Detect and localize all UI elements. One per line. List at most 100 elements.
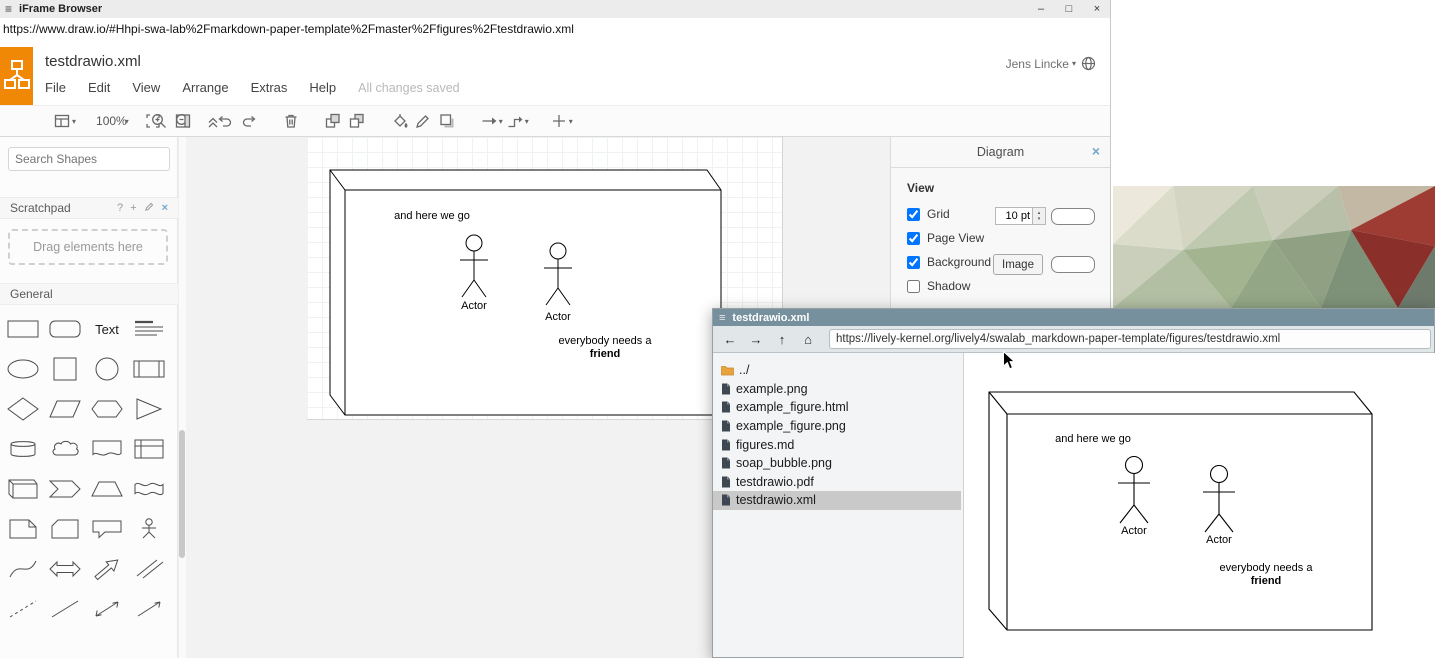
shadow-checkbox[interactable]: [907, 280, 920, 293]
sidebar-scrollbar-thumb[interactable]: [179, 430, 185, 558]
maximize-button[interactable]: □: [1062, 0, 1076, 18]
cube-shape[interactable]: [330, 170, 721, 415]
zoom-level[interactable]: 100%: [96, 114, 127, 128]
delete-button[interactable]: [279, 108, 303, 134]
format-close-icon[interactable]: ×: [1092, 143, 1100, 159]
grid-checkbox[interactable]: [907, 208, 920, 221]
page-view-checkbox[interactable]: [907, 232, 920, 245]
menu-help[interactable]: Help: [309, 80, 336, 95]
grid-size-stepper[interactable]: ▴ ▾: [1032, 207, 1046, 225]
shape-trapezoid[interactable]: [86, 469, 128, 509]
edit-pencil-icon[interactable]: [144, 201, 155, 215]
caption-line1[interactable]: everybody needs a: [559, 335, 653, 347]
shape-tape[interactable]: [128, 469, 170, 509]
redo-button[interactable]: [237, 108, 261, 134]
shape-rounded-rectangle[interactable]: [44, 309, 86, 349]
chevron-down-icon[interactable]: ▾: [72, 117, 76, 126]
insert-button[interactable]: [547, 108, 571, 134]
menu-view[interactable]: View: [132, 80, 160, 95]
shape-triangle[interactable]: [128, 389, 170, 429]
shadow-button[interactable]: [435, 108, 459, 134]
file-row-selected[interactable]: testdrawio.xml: [713, 491, 961, 510]
shape-rectangle[interactable]: [2, 309, 44, 349]
collapse-button[interactable]: [201, 108, 225, 134]
shape-internal-storage[interactable]: [128, 429, 170, 469]
line-color-button[interactable]: [411, 108, 435, 134]
home-button[interactable]: ⌂: [797, 329, 819, 349]
menu-arrange[interactable]: Arrange: [182, 80, 228, 95]
grid-size-input[interactable]: [995, 207, 1032, 225]
shape-ellipse[interactable]: [2, 349, 44, 389]
shape-callout[interactable]: [86, 509, 128, 549]
waypoints-button[interactable]: [503, 108, 527, 134]
close-button[interactable]: ×: [1090, 0, 1104, 18]
connection-button[interactable]: [477, 108, 501, 134]
scratchpad-drop-zone[interactable]: Drag elements here: [8, 229, 168, 265]
shape-arrow[interactable]: [86, 549, 128, 589]
grid-color-swatch[interactable]: [1051, 208, 1095, 225]
file-row[interactable]: figures.md: [713, 435, 961, 454]
chevron-down-icon[interactable]: ▾: [569, 117, 573, 126]
shape-text[interactable]: Text: [86, 309, 128, 349]
shape-textbox[interactable]: [128, 309, 170, 349]
globe-icon[interactable]: [1081, 56, 1096, 71]
add-icon[interactable]: +: [130, 202, 136, 214]
general-section-header[interactable]: General: [0, 283, 178, 305]
shape-actor[interactable]: [128, 509, 170, 549]
file-row[interactable]: example_figure.png: [713, 417, 961, 436]
shape-document[interactable]: [86, 429, 128, 469]
browser-url-input[interactable]: [0, 18, 1103, 40]
shape-parallelogram[interactable]: [44, 389, 86, 429]
format-panel-toggle-button[interactable]: [171, 108, 195, 134]
background-color-swatch[interactable]: [1051, 256, 1095, 273]
shape-process[interactable]: [128, 349, 170, 389]
shape-diamond[interactable]: [2, 389, 44, 429]
file-row[interactable]: example_figure.html: [713, 398, 961, 417]
shape-bidirectional-arrow[interactable]: [44, 549, 86, 589]
actor1-label[interactable]: Actor: [461, 300, 487, 312]
menu-file[interactable]: File: [45, 80, 66, 95]
window-menu-icon[interactable]: ≡: [5, 2, 12, 16]
chevron-down-icon[interactable]: ▾: [525, 117, 529, 126]
shape-link[interactable]: [128, 549, 170, 589]
format-panel-title[interactable]: Diagram: [977, 145, 1024, 159]
menu-edit[interactable]: Edit: [88, 80, 110, 95]
file-row-parent[interactable]: ../: [713, 361, 961, 380]
to-front-button[interactable]: [321, 108, 345, 134]
user-menu[interactable]: Jens Lincke ▾: [1006, 56, 1096, 71]
shape-card[interactable]: [44, 509, 86, 549]
page-view-button[interactable]: [50, 108, 74, 134]
to-back-button[interactable]: [345, 108, 369, 134]
scratchpad-close-icon[interactable]: ×: [162, 202, 168, 214]
menu-extras[interactable]: Extras: [251, 80, 288, 95]
shape-bidirectional-connector[interactable]: [86, 589, 128, 629]
image-button[interactable]: Image: [993, 254, 1043, 275]
window-titlebar[interactable]: ≡ iFrame Browser – □ ×: [0, 0, 1110, 19]
shape-cylinder[interactable]: [2, 429, 44, 469]
file-row[interactable]: soap_bubble.png: [713, 454, 961, 473]
lively-titlebar[interactable]: ≡ testdrawio.xml: [713, 309, 1434, 326]
shape-cube[interactable]: [2, 469, 44, 509]
forward-button[interactable]: →: [745, 329, 767, 349]
shape-step[interactable]: [44, 469, 86, 509]
box-label[interactable]: and here we go: [394, 210, 470, 222]
lively-url-input[interactable]: [829, 329, 1431, 349]
stepper-down-icon[interactable]: ▾: [1038, 216, 1041, 222]
shape-curve[interactable]: [2, 549, 44, 589]
shape-circle[interactable]: [86, 349, 128, 389]
search-input[interactable]: [9, 152, 174, 166]
shape-directional-connector[interactable]: [128, 589, 170, 629]
window-menu-icon[interactable]: ≡: [719, 312, 725, 324]
fullscreen-button[interactable]: [141, 108, 165, 134]
actor2-label[interactable]: Actor: [545, 311, 571, 323]
background-checkbox[interactable]: [907, 256, 920, 269]
shape-line[interactable]: [44, 589, 86, 629]
help-icon[interactable]: ?: [117, 202, 123, 214]
back-button[interactable]: ←: [719, 329, 741, 349]
shape-note[interactable]: [2, 509, 44, 549]
caption-line2[interactable]: friend: [590, 348, 621, 360]
up-button[interactable]: ↑: [771, 329, 793, 349]
shape-dashed-line[interactable]: [2, 589, 44, 629]
fill-color-button[interactable]: [387, 108, 411, 134]
chevron-down-icon[interactable]: ▾: [125, 117, 129, 126]
